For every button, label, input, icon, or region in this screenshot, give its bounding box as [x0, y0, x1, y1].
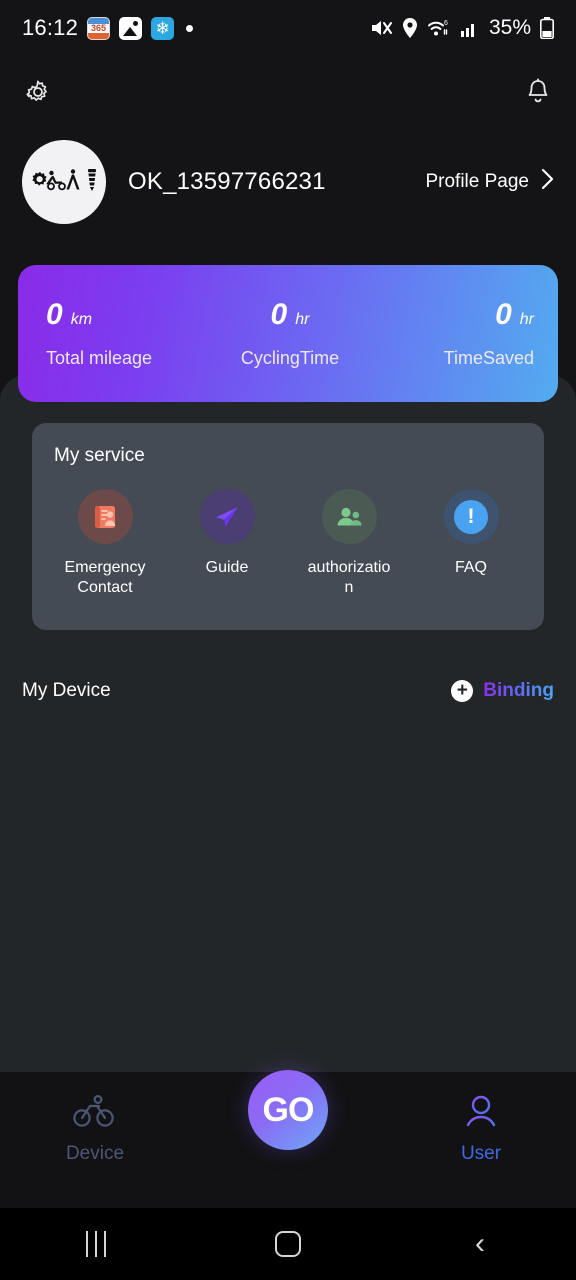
- photos-icon: [119, 16, 143, 40]
- service-item-label: Guide: [205, 559, 249, 576]
- my-device-title: My Device: [22, 680, 111, 701]
- bell-icon[interactable]: [525, 78, 551, 111]
- my-service-title: My service: [54, 445, 145, 466]
- stat-value: 0: [46, 298, 63, 331]
- status-bar-clock: 16:12: [22, 15, 79, 40]
- go-button[interactable]: GO: [248, 1070, 328, 1150]
- service-item-faq[interactable]: ! FAQ: [410, 489, 532, 598]
- people-icon: [321, 489, 377, 544]
- exclamation-circle-icon: !: [443, 489, 499, 544]
- compass-icon-glyph: [66, 169, 80, 190]
- home-icon[interactable]: [228, 1231, 348, 1257]
- profile-page-link[interactable]: Profile Page: [425, 168, 554, 196]
- dot-indicator-icon: [186, 24, 194, 32]
- avatar[interactable]: [22, 140, 106, 224]
- contact-book-icon: [77, 489, 133, 544]
- snowflake-icon: ❄: [151, 16, 175, 40]
- screw-icon-glyph: [88, 169, 96, 191]
- my-service-card: My service Emergency Contact Guide autho…: [32, 423, 544, 630]
- service-item-label: Emergency Contact: [64, 559, 146, 596]
- profile-page-label: Profile Page: [425, 171, 529, 192]
- header-icon-bar: [0, 66, 576, 122]
- status-bar-left: 16:12 365 ❄: [22, 15, 194, 41]
- username-label: OK_13597766231: [128, 168, 326, 195]
- stat-value: 0: [495, 298, 512, 331]
- location-icon: [402, 17, 418, 39]
- back-icon[interactable]: ‹: [420, 1229, 540, 1259]
- battery-icon: [540, 17, 554, 39]
- android-navigation-bar: ‹: [0, 1208, 576, 1280]
- nav-tab-label: Device: [65, 1143, 125, 1164]
- nav-tab-label: User: [460, 1143, 502, 1164]
- stat-time-saved: 0 hr TimeSaved: [371, 298, 558, 369]
- wifi-icon: 6: [427, 18, 451, 38]
- stat-total-mileage: 0 km Total mileage: [18, 298, 209, 369]
- bicycle-icon: [72, 1094, 118, 1135]
- app-screen: 16:12 365 ❄ 6 35% OK_13597766231 Profile…: [0, 0, 576, 1280]
- gear-icon[interactable]: [25, 79, 51, 110]
- my-device-row: My Device + Binding: [0, 670, 576, 712]
- status-bar: 16:12 365 ❄ 6 35%: [0, 0, 576, 56]
- stat-unit: km: [70, 311, 93, 328]
- stats-card: 0 km Total mileage 0 hr CyclingTime 0 hr…: [18, 265, 558, 402]
- calendar-365-label: 365: [91, 22, 107, 33]
- exclamation-mark: !: [454, 499, 488, 534]
- paper-plane-icon: [199, 489, 255, 544]
- service-item-authorization[interactable]: authorization: [288, 489, 410, 598]
- binding-label: Binding: [483, 680, 554, 701]
- service-item-guide[interactable]: Guide: [166, 489, 288, 598]
- back-glyph: ‹: [475, 1227, 485, 1260]
- stat-label: CyclingTime: [240, 348, 340, 368]
- calendar-365-icon: 365: [87, 16, 111, 40]
- service-item-emergency-contact[interactable]: Emergency Contact: [44, 489, 166, 598]
- stat-label: Total mileage: [46, 348, 153, 368]
- binding-button[interactable]: + Binding: [451, 680, 554, 702]
- battery-percent-label: 35%: [488, 16, 531, 39]
- scooter-icon-glyph: [46, 170, 66, 191]
- stat-label: TimeSaved: [443, 348, 535, 368]
- chevron-right-icon: [541, 168, 554, 196]
- recents-icon[interactable]: [36, 1231, 156, 1257]
- status-bar-right: 6 35%: [369, 16, 554, 40]
- stat-value: 0: [270, 298, 288, 331]
- nav-tab-user[interactable]: User: [386, 1094, 576, 1165]
- service-item-label: authorization: [307, 559, 391, 596]
- nav-tab-device[interactable]: Device: [0, 1094, 190, 1165]
- mute-icon: [369, 17, 393, 39]
- signal-icon: [460, 18, 480, 38]
- svg-text:6: 6: [444, 20, 448, 27]
- plus-circle-icon: +: [451, 680, 474, 702]
- gear-icon-glyph: [32, 171, 47, 186]
- stat-cycling-time: 0 hr CyclingTime: [209, 298, 372, 369]
- stat-unit: hr: [295, 311, 310, 328]
- profile-row[interactable]: OK_13597766231 Profile Page: [0, 140, 576, 224]
- stat-unit: hr: [519, 311, 535, 328]
- service-item-label: FAQ: [454, 559, 487, 576]
- user-icon: [461, 1094, 501, 1135]
- my-service-grid: Emergency Contact Guide authorization ! …: [44, 489, 532, 598]
